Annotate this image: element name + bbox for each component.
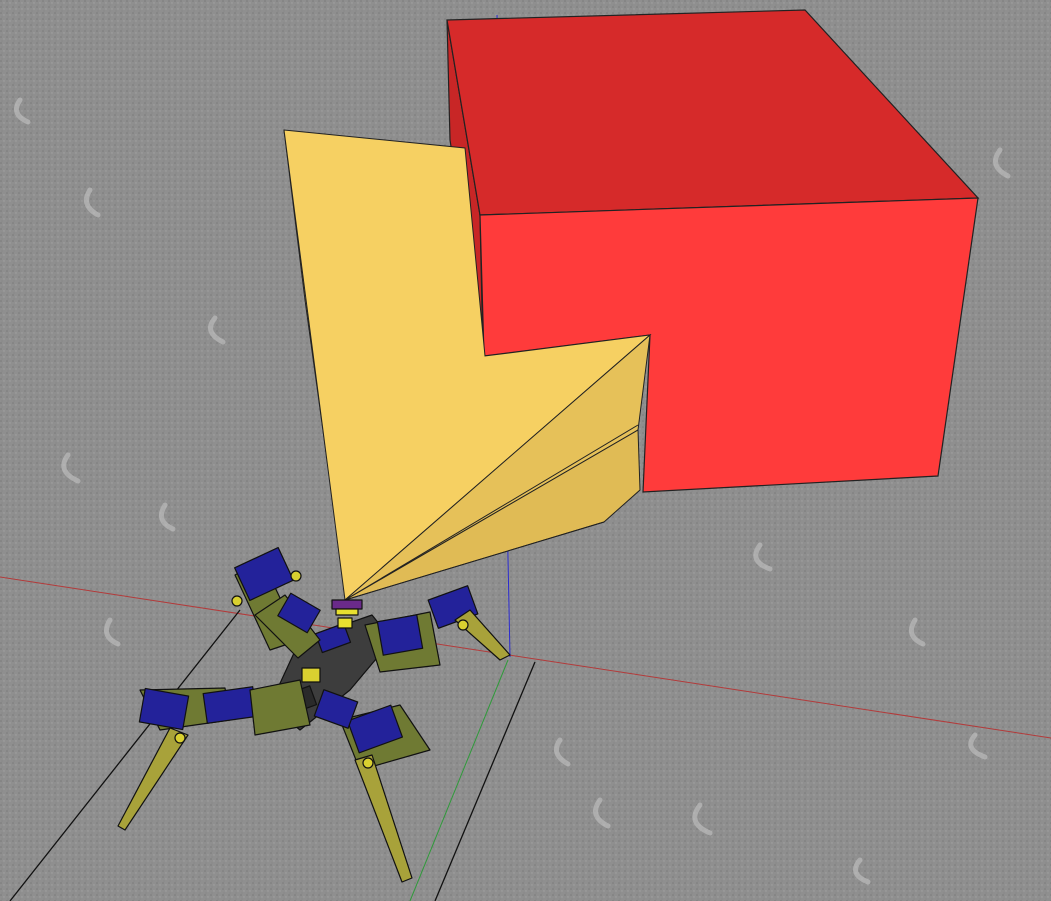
rear-left-link [249, 679, 311, 736]
sensor-module [331, 599, 363, 610]
rear-left-servo [138, 687, 190, 731]
joint-3 [174, 732, 186, 744]
joint-4 [362, 757, 374, 769]
sensor-base [335, 608, 359, 616]
rear-left-servo-2 [202, 686, 258, 724]
robot-yellow-part-b [301, 667, 321, 683]
joint-1 [290, 570, 302, 582]
scene-canvas[interactable] [0, 0, 1051, 901]
robot-yellow-part-a [337, 617, 353, 629]
front-right-servo [376, 614, 424, 656]
3d-viewport[interactable] [0, 0, 1051, 901]
joint-5 [457, 619, 469, 631]
joint-2 [231, 595, 243, 607]
